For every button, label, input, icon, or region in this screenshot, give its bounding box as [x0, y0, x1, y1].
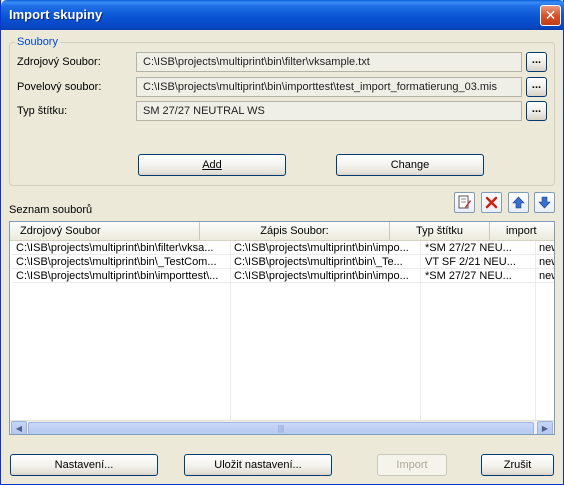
close-icon: ✕ — [544, 7, 557, 23]
column-header-output[interactable]: Zápis Soubor: — [200, 222, 390, 240]
scroll-right-icon[interactable]: ▶ — [537, 421, 553, 434]
file-list-label: Seznam souborů — [9, 204, 93, 216]
cell-output: C:\ISB\projects\multiprint\bin\_Te... — [234, 256, 403, 268]
move-up-button[interactable] — [508, 192, 529, 213]
move-down-icon — [538, 196, 551, 209]
move-up-icon — [512, 196, 525, 209]
change-button[interactable]: Change — [336, 154, 484, 176]
browse-source-button[interactable]: ... — [526, 52, 547, 72]
move-down-button[interactable] — [534, 192, 555, 213]
label-type-label: Typ štítku: — [17, 105, 68, 117]
import-button[interactable]: Import — [377, 454, 447, 476]
close-button[interactable]: ✕ — [540, 5, 561, 26]
cell-label-type: *SM 27/27 NEU... — [425, 270, 512, 282]
cell-label-type: VT SF 2/21 NEU... — [425, 256, 516, 268]
cell-source: C:\ISB\projects\multiprint\bin\filter\vk… — [16, 242, 214, 254]
browse-label-type-button[interactable]: ... — [526, 101, 547, 121]
scrollbar-thumb[interactable]: ||| — [28, 422, 534, 434]
cell-output: C:\ISB\projects\multiprint\bin\impo... — [234, 270, 409, 282]
settings-button[interactable]: Nastavení... — [10, 454, 158, 476]
column-header-label-type[interactable]: Typ štítku — [390, 222, 490, 240]
add-button[interactable]: Add — [138, 154, 286, 176]
file-list-view[interactable]: Zdrojový Soubor Zápis Soubor: Typ štítku… — [9, 221, 555, 435]
browse-command-button[interactable]: ... — [526, 77, 547, 97]
cell-import: new — [539, 242, 554, 254]
column-header-import[interactable]: import — [490, 222, 554, 240]
table-row[interactable]: C:\ISB\projects\multiprint\bin\_TestCom.… — [12, 256, 554, 269]
source-file-field[interactable]: C:\ISB\projects\multiprint\bin\filter\vk… — [136, 52, 522, 72]
change-button-label: Change — [390, 159, 430, 171]
table-row[interactable]: C:\ISB\projects\multiprint\bin\filter\vk… — [12, 242, 554, 255]
command-file-field[interactable]: C:\ISB\projects\multiprint\bin\importtes… — [136, 77, 522, 97]
save-settings-button[interactable]: Uložit nastavení... — [184, 454, 332, 476]
cell-source: C:\ISB\projects\multiprint\bin\importtes… — [16, 270, 219, 282]
label-type-field[interactable]: SM 27/27 NEUTRAL WS — [136, 101, 522, 121]
horizontal-scrollbar[interactable]: ◀ ||| ▶ — [10, 420, 554, 434]
groupbox-title: Soubory — [15, 36, 60, 48]
edit-list-button[interactable] — [454, 192, 475, 213]
delete-icon — [485, 196, 498, 209]
command-file-label: Povelový soubor: — [17, 81, 102, 93]
title-bar[interactable]: Import skupiny ✕ — [1, 0, 564, 30]
edit-list-icon — [458, 195, 471, 209]
import-dialog: Import skupiny ✕ Soubory Zdrojový Soubor… — [0, 0, 564, 485]
list-header: Zdrojový Soubor Zápis Soubor: Typ štítku… — [10, 222, 554, 241]
source-file-label: Zdrojový Soubor: — [17, 56, 101, 68]
add-button-label: Add — [202, 159, 222, 171]
cell-output: C:\ISB\projects\multiprint\bin\impo... — [234, 242, 409, 254]
column-header-source[interactable]: Zdrojový Soubor — [10, 222, 200, 240]
delete-button[interactable] — [481, 192, 502, 213]
cell-import: new — [539, 256, 554, 268]
table-row[interactable]: C:\ISB\projects\multiprint\bin\importtes… — [12, 270, 554, 283]
cell-import: new — [539, 270, 554, 282]
scroll-left-icon[interactable]: ◀ — [11, 421, 27, 434]
cell-label-type: *SM 27/27 NEU... — [425, 242, 512, 254]
cancel-button[interactable]: Zrušit — [481, 454, 554, 476]
window-title: Import skupiny — [9, 7, 103, 22]
cell-source: C:\ISB\projects\multiprint\bin\_TestCom.… — [16, 256, 217, 268]
